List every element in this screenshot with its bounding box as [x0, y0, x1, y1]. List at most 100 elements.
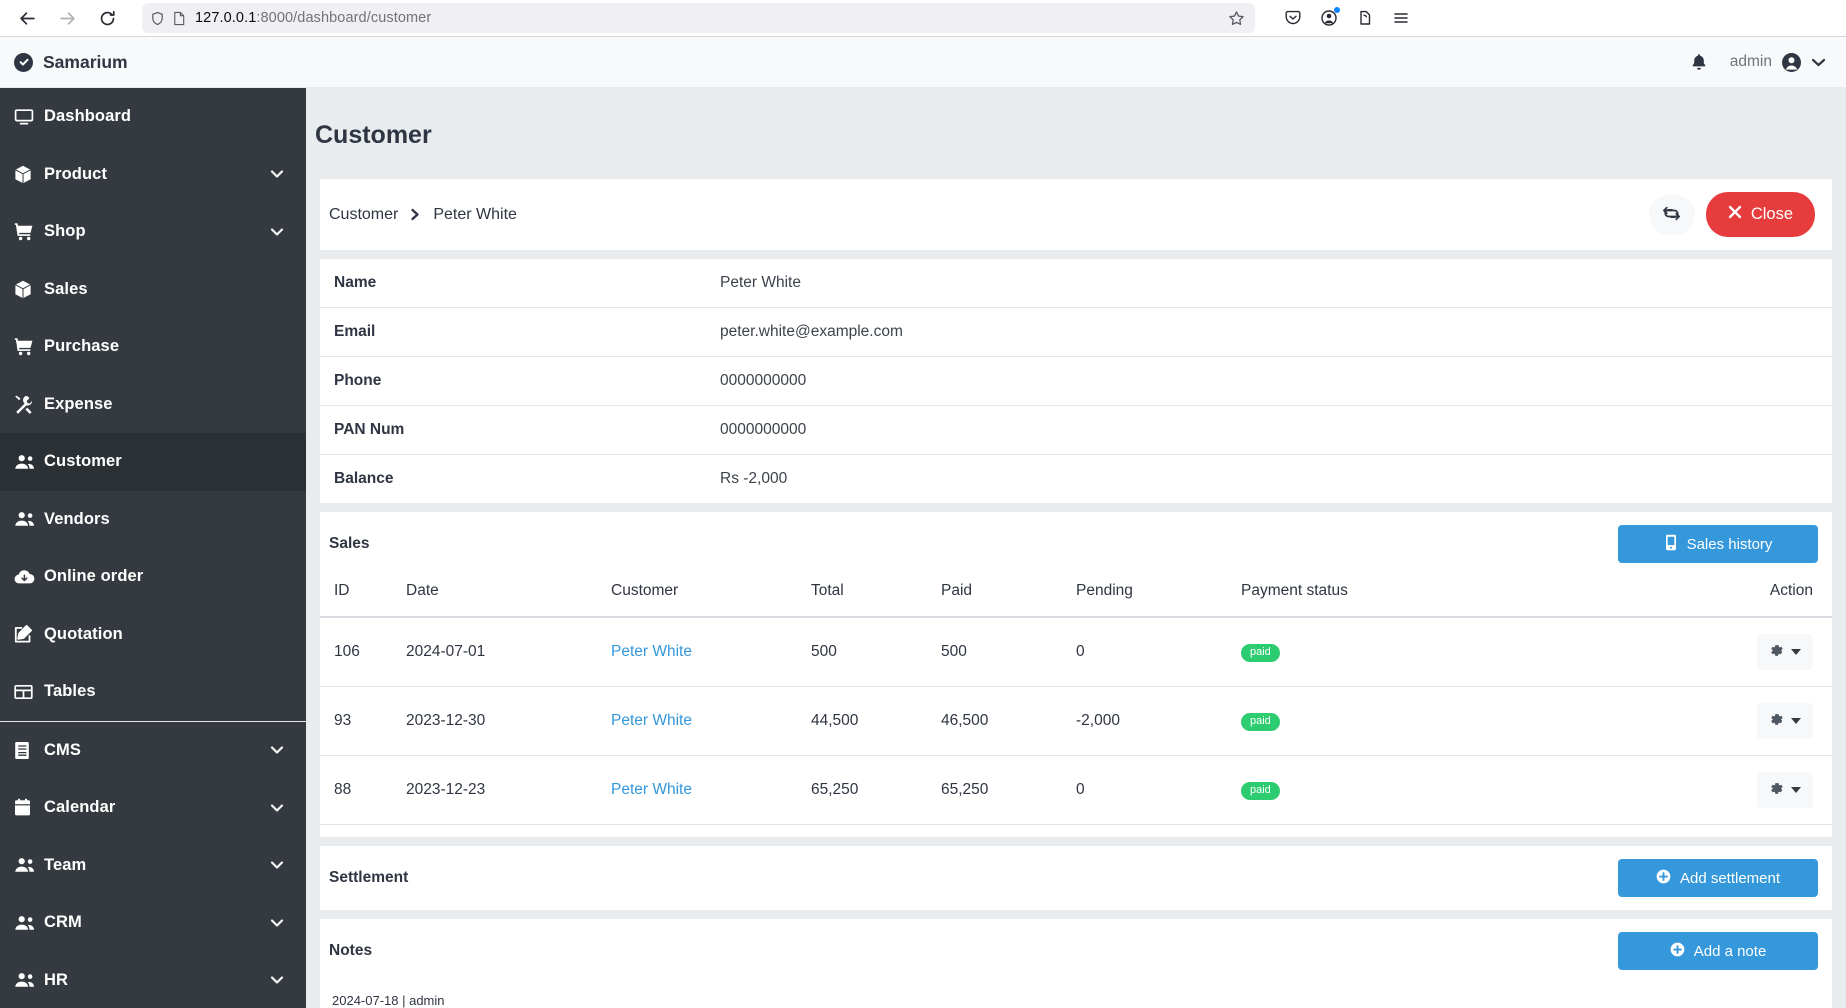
- table-row: 106 2024-07-01 Peter White 500 500 0 pai…: [320, 617, 1832, 687]
- col-header-date: Date: [400, 576, 605, 618]
- cell-action: [1590, 617, 1832, 687]
- row-action-button[interactable]: [1757, 772, 1813, 808]
- caret-down-icon: [1791, 787, 1801, 793]
- shield-icon[interactable]: [150, 11, 165, 26]
- sales-history-label: Sales history: [1686, 535, 1773, 553]
- notes-section-header: Notes Add a note: [320, 919, 1832, 983]
- forward-button[interactable]: [50, 3, 84, 33]
- breadcrumb-current: Peter White: [433, 205, 517, 223]
- sidebar-item-product[interactable]: Product: [0, 146, 306, 204]
- breadcrumb-root[interactable]: Customer: [329, 206, 398, 224]
- cart-icon: [14, 337, 44, 356]
- sidebar-item-dashboard[interactable]: Dashboard: [0, 88, 306, 146]
- sidebar-item-cms[interactable]: CMS: [0, 722, 306, 780]
- sidebar-item-online-order[interactable]: Online order: [0, 548, 306, 606]
- caret-down-icon: [1791, 649, 1801, 655]
- bell-icon[interactable]: [1690, 53, 1708, 72]
- customer-link[interactable]: Peter White: [611, 643, 692, 660]
- refresh-button[interactable]: [1648, 194, 1695, 235]
- refresh-sync-icon: [1662, 204, 1681, 226]
- breadcrumb-card: Customer Peter White Close: [320, 179, 1832, 250]
- add-note-button[interactable]: Add a note: [1618, 932, 1818, 970]
- sidebar-item-purchase[interactable]: Purchase: [0, 318, 306, 376]
- sidebar-item-shop[interactable]: Shop: [0, 203, 306, 261]
- page-document-icon: [172, 11, 186, 26]
- cart-icon: [14, 222, 44, 241]
- detail-row: Email peter.white@example.com: [320, 308, 1832, 357]
- close-button[interactable]: Close: [1705, 192, 1815, 237]
- cell-date: 2023-12-23: [400, 755, 605, 825]
- sidebar-item-quotation[interactable]: Quotation: [0, 606, 306, 664]
- x-icon: [1728, 205, 1742, 224]
- chevron-down-icon: [270, 227, 284, 237]
- detail-value: Rs -2,000: [720, 470, 788, 487]
- sidebar-item-vendors[interactable]: Vendors: [0, 491, 306, 549]
- col-header-customer: Customer: [605, 576, 805, 618]
- detail-key: Email: [334, 323, 376, 340]
- customer-link[interactable]: Peter White: [611, 712, 692, 729]
- users-icon: [14, 915, 44, 931]
- cell-id: 88: [320, 755, 400, 825]
- sales-section-header: Sales Sales history: [320, 512, 1832, 576]
- cell-payment-status: paid: [1235, 755, 1590, 825]
- sidebar-label: CMS: [44, 740, 81, 759]
- users-icon: [14, 857, 44, 873]
- chevron-down-icon: [270, 169, 284, 179]
- sales-history-button[interactable]: Sales history: [1618, 525, 1818, 563]
- add-settlement-button[interactable]: Add settlement: [1618, 859, 1818, 897]
- sidebar-item-expense[interactable]: Expense: [0, 376, 306, 434]
- settlement-section-header: Settlement Add settlement: [320, 846, 1832, 910]
- user-avatar-icon: [1781, 52, 1802, 73]
- reload-button[interactable]: [90, 3, 124, 33]
- sidebar-label: Dashboard: [44, 107, 132, 126]
- sidebar-item-calendar[interactable]: Calendar: [0, 779, 306, 837]
- back-button[interactable]: [10, 3, 44, 33]
- sales-table-head: ID Date Customer Total Paid Pending Paym…: [320, 576, 1832, 618]
- add-note-label: Add a note: [1693, 942, 1767, 960]
- sidebar-label: Shop: [44, 222, 86, 241]
- sidebar-item-hr[interactable]: HR: [0, 952, 306, 1008]
- address-bar[interactable]: 127.0.0.1:8000/dashboard/customer: [142, 3, 1255, 33]
- star-icon[interactable]: [1228, 10, 1247, 27]
- account-circle-icon[interactable]: [1313, 3, 1345, 33]
- sidebar-label: Tables: [44, 682, 96, 701]
- sidebar-item-tables[interactable]: Tables: [0, 663, 306, 721]
- sidebar-item-team[interactable]: Team: [0, 837, 306, 895]
- close-label: Close: [1750, 205, 1793, 223]
- row-action-button[interactable]: [1757, 634, 1813, 670]
- user-menu[interactable]: admin: [1730, 52, 1826, 73]
- sidebar-item-sales[interactable]: Sales: [0, 261, 306, 319]
- customer-link[interactable]: Peter White: [611, 781, 692, 798]
- cell-payment-status: paid: [1235, 686, 1590, 756]
- note-meta: 2024-07-18 | admin: [332, 993, 445, 1008]
- url-path: :8000/dashboard/customer: [256, 10, 432, 26]
- brand[interactable]: Samarium: [14, 52, 304, 73]
- col-header-payment-status: Payment status: [1235, 576, 1590, 618]
- cell-id: 106: [320, 617, 400, 687]
- cell-customer: Peter White: [605, 617, 805, 687]
- sales-header-row: ID Date Customer Total Paid Pending Paym…: [320, 576, 1832, 618]
- detail-key: PAN Num: [334, 421, 405, 438]
- sidebar-label: CRM: [44, 913, 82, 932]
- sidebar-item-customer[interactable]: Customer: [0, 433, 306, 491]
- settlement-card: Settlement Add settlement: [320, 846, 1832, 910]
- sidebar-label: Team: [44, 855, 87, 874]
- notes-title: Notes: [329, 942, 373, 959]
- sidebar-label: Expense: [44, 394, 113, 413]
- content-wrapper: Customer Peter White Close Name Peter Wh…: [306, 179, 1846, 1008]
- account-notification-dot: [1334, 7, 1340, 13]
- add-settlement-label: Add settlement: [1679, 869, 1781, 887]
- sidebar-label: Product: [44, 164, 108, 183]
- sales-title: Sales: [329, 535, 370, 552]
- pocket-icon[interactable]: [1277, 3, 1309, 33]
- detail-value: 0000000000: [720, 372, 807, 389]
- browser-nav-buttons: [10, 3, 124, 33]
- hamburger-menu-icon[interactable]: [1385, 3, 1417, 33]
- browser-toolbar-right: [1277, 3, 1417, 33]
- extensions-icon[interactable]: [1349, 3, 1381, 33]
- gear-icon: [1769, 712, 1784, 730]
- table-row: 93 2023-12-30 Peter White 44,500 46,500 …: [320, 686, 1832, 756]
- box-icon: [14, 165, 44, 184]
- sidebar-item-crm[interactable]: CRM: [0, 894, 306, 952]
- row-action-button[interactable]: [1757, 703, 1813, 739]
